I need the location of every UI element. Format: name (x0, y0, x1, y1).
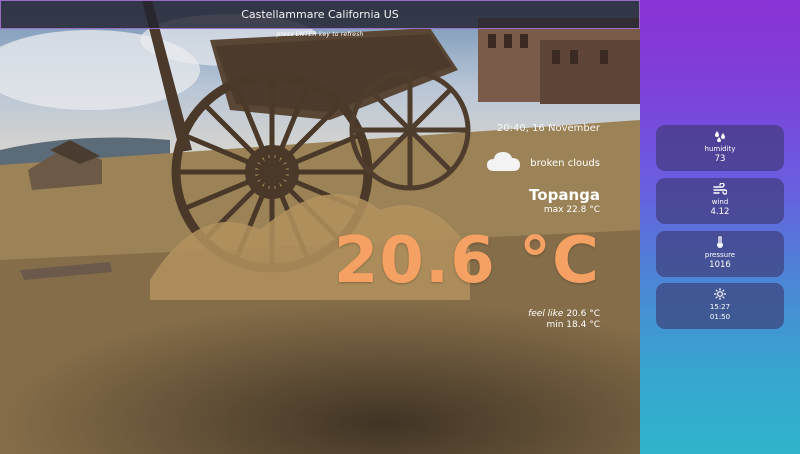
details-panel: humidity 73 wind 4.12 pressure 1016 15:2… (640, 0, 800, 454)
humidity-label: humidity (704, 145, 736, 153)
humidity-icon (656, 130, 784, 142)
location-search-input[interactable]: Castellammare California US (0, 0, 640, 29)
pressure-card: pressure 1016 (656, 231, 784, 277)
sunset-time: 01:50 (709, 313, 731, 321)
wind-value: 4.12 (710, 207, 730, 217)
max-temperature: max 22.8 °C (543, 205, 600, 215)
sun-icon (656, 288, 784, 300)
sun-card: 15:27 01:50 (656, 283, 784, 329)
wind-icon (656, 183, 784, 195)
feels-like: feel like 20.6 °C (528, 309, 600, 319)
min-temperature: min 18.4 °C (546, 320, 600, 330)
sunrise-time: 15:27 (709, 303, 731, 311)
thermometer-icon (656, 236, 784, 248)
cloud-icon (486, 149, 522, 177)
condition-text: broken clouds (530, 157, 600, 169)
wind-card: wind 4.12 (656, 178, 784, 224)
current-temperature: 20.6 °C (333, 224, 600, 298)
condition-row: broken clouds (486, 149, 600, 177)
feels-like-label: feel like (528, 309, 564, 319)
pressure-label: pressure (704, 251, 736, 259)
date-time: 20:40, 16 November (496, 123, 600, 134)
feels-like-value: 20.6 °C (566, 309, 600, 319)
pressure-value: 1016 (709, 260, 731, 270)
wind-label: wind (711, 198, 729, 206)
search-hint: press ENTER key to refresh (276, 31, 364, 38)
city-name: Topanga (529, 186, 600, 204)
humidity-card: humidity 73 (656, 125, 784, 171)
humidity-value: 73 (714, 154, 726, 164)
